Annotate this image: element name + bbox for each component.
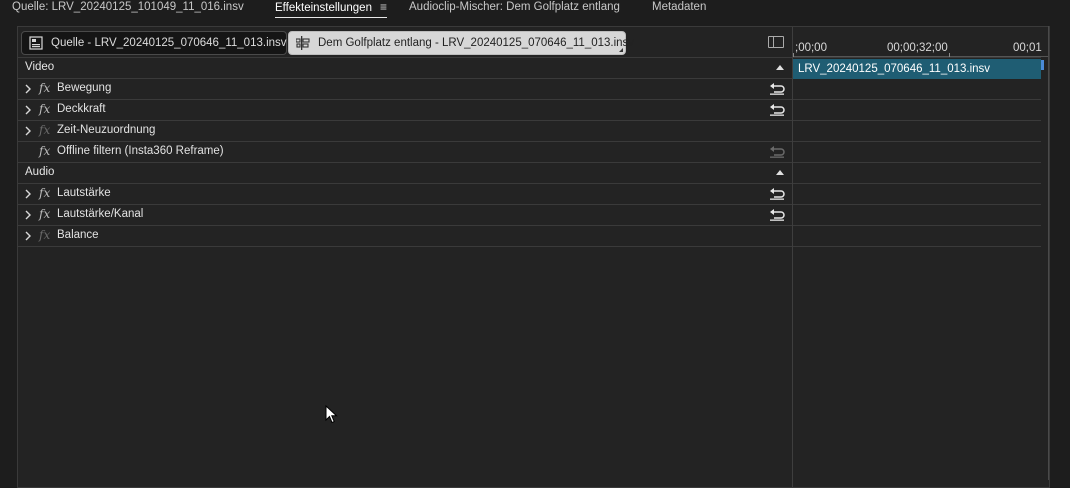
- chevron-right-icon[interactable]: [22, 104, 34, 116]
- fx-icon[interactable]: fx: [39, 123, 50, 137]
- source-clip-label: Quelle - LRV_20240125_070646_11_013.insv: [51, 37, 287, 49]
- reset-icon[interactable]: [769, 145, 785, 158]
- ruler-baseline: [793, 56, 1049, 57]
- effect-name: Lautstärke: [57, 187, 111, 199]
- timeline-clip[interactable]: LRV_20240125_070646_11_013.insv: [793, 59, 1041, 79]
- source-clip-button[interactable]: Quelle - LRV_20240125_070646_11_013.insv: [21, 31, 287, 55]
- section-video-label: Video: [25, 61, 55, 73]
- effect-name: Offline filtern (Insta360 Reframe): [57, 145, 224, 157]
- panel-border-right: [1048, 26, 1049, 480]
- timecode-start: ;00;00: [795, 42, 827, 54]
- clip-selector-row: Quelle - LRV_20240125_070646_11_013.insv…: [18, 27, 792, 57]
- reset-icon[interactable]: [769, 187, 785, 200]
- reset-icon[interactable]: [769, 103, 785, 116]
- fx-icon[interactable]: fx: [39, 144, 50, 158]
- fx-icon[interactable]: fx: [39, 228, 50, 242]
- sequence-clip-label: Dem Golfplatz entlang - LRV_20240125_070…: [318, 37, 635, 49]
- effect-name: Lautstärke/Kanal: [57, 208, 144, 220]
- panel-toggle-icon[interactable]: [768, 36, 784, 48]
- reset-icon[interactable]: [769, 82, 785, 95]
- fx-icon[interactable]: fx: [39, 81, 50, 95]
- tab-audio-clip-mixer[interactable]: Audioclip-Mischer: Dem Golfplatz entlang: [409, 0, 620, 17]
- collapse-up-icon[interactable]: [776, 65, 784, 70]
- chevron-right-icon[interactable]: [22, 83, 34, 95]
- reset-icon[interactable]: [769, 208, 785, 221]
- source-clip-icon: [29, 36, 43, 50]
- fx-icon[interactable]: fx: [39, 102, 50, 116]
- timecode-end: 00;01: [1013, 42, 1042, 54]
- tab-source[interactable]: Quelle: LRV_20240125_101049_11_016.insv: [12, 0, 244, 17]
- sequence-icon: [296, 36, 310, 50]
- ruler-tick: [949, 53, 950, 57]
- effect-timeline[interactable]: ;00;00 00;00;32;00 00;01 LRV_20240125_07…: [793, 27, 1049, 487]
- tab-effect-controls-label: Effekteinstellungen: [275, 2, 372, 14]
- ruler-tick: [793, 53, 794, 57]
- chevron-right-icon[interactable]: [22, 188, 34, 200]
- mouse-cursor-icon: [325, 405, 338, 424]
- chevron-right-icon[interactable]: [22, 125, 34, 137]
- fx-icon[interactable]: fx: [39, 207, 50, 221]
- effect-name: Deckkraft: [57, 103, 106, 115]
- chevron-right-icon[interactable]: [22, 209, 34, 221]
- playhead[interactable]: [1041, 60, 1044, 70]
- tab-effect-controls[interactable]: Effekteinstellungen ≡: [275, 0, 387, 18]
- effect-name: Balance: [57, 229, 99, 241]
- effect-name: Bewegung: [57, 82, 112, 94]
- effect-controls-panel: Quelle - LRV_20240125_070646_11_013.insv…: [17, 26, 1050, 488]
- time-ruler[interactable]: ;00;00 00;00;32;00 00;01: [793, 42, 1049, 71]
- collapse-up-icon[interactable]: [776, 170, 784, 175]
- panel-tab-bar: Quelle: LRV_20240125_101049_11_016.insv …: [0, 0, 1070, 20]
- chevron-right-icon[interactable]: [22, 230, 34, 242]
- timecode-mid: 00;00;32;00: [887, 42, 948, 54]
- sequence-clip-button[interactable]: Dem Golfplatz entlang - LRV_20240125_070…: [288, 31, 634, 55]
- tab-metadata[interactable]: Metadaten: [652, 0, 706, 17]
- effect-list: Video fx Bewegung fx Deckkraft fx Zeit-N…: [18, 57, 1041, 247]
- tab-menu-icon[interactable]: ≡: [380, 0, 387, 14]
- section-audio-label: Audio: [25, 166, 55, 178]
- dropdown-corner-icon: [619, 48, 623, 52]
- effect-name: Zeit-Neuzuordnung: [57, 124, 156, 136]
- timeline-clip-label: LRV_20240125_070646_11_013.insv: [798, 63, 991, 75]
- fx-icon[interactable]: fx: [39, 186, 50, 200]
